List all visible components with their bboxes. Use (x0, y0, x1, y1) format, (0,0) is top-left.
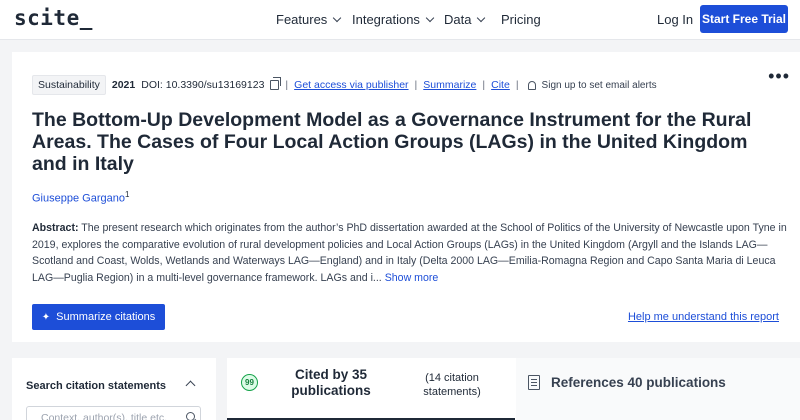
nav-pricing[interactable]: Pricing (501, 12, 541, 27)
help-understand-link[interactable]: Help me understand this report (628, 311, 779, 323)
copy-icon[interactable] (270, 77, 282, 90)
nav-data[interactable]: Data (444, 12, 486, 27)
bell-icon[interactable] (527, 80, 536, 90)
email-alert-link[interactable]: Sign up to set email alerts (542, 80, 657, 91)
paper-title: The Bottom-Up Development Model as a Gov… (32, 109, 752, 175)
search-citations-panel: Search citation statements (12, 358, 216, 420)
tab-cited-by[interactable]: 99 Cited by 35 publications (14 citation… (227, 358, 515, 420)
nav-features[interactable]: Features (276, 12, 342, 27)
author-affiliation-number: 1 (124, 190, 130, 199)
references-label: References 40 publications (551, 375, 726, 390)
summarize-citations-button[interactable]: ✦ Summarize citations (32, 304, 165, 330)
doi-text: DOI: 10.3390/su13169123 (141, 79, 265, 91)
citation-tabs: 99 Cited by 35 publications (14 citation… (227, 358, 800, 420)
nav-integrations-label: Integrations (352, 12, 420, 27)
author-name[interactable]: Giuseppe Gargano (32, 193, 125, 205)
abstract-label: Abstract: (32, 222, 79, 234)
nav-features-label: Features (276, 12, 328, 27)
scite-logo[interactable]: scite_ (14, 6, 93, 30)
citation-statements-count: (14 citation statements) (423, 372, 481, 398)
chevron-down-icon (333, 13, 342, 22)
start-free-trial-button[interactable]: Start Free Trial (700, 5, 788, 33)
nav-integrations[interactable]: Integrations (352, 12, 435, 27)
sparkle-icon: ✦ (41, 311, 51, 323)
chevron-down-icon (425, 13, 435, 22)
separator: | (515, 79, 519, 91)
author: Giuseppe Gargano1 (32, 190, 129, 205)
chevron-down-icon (477, 13, 486, 22)
separator: | (482, 79, 486, 91)
publication-year: 2021 (111, 79, 136, 91)
search-citations-title: Search citation statements (26, 380, 166, 392)
get-access-link[interactable]: Get access via publisher (294, 79, 408, 91)
separator: | (414, 79, 418, 91)
summarize-citations-label: Summarize citations (56, 311, 156, 323)
nav-pricing-label: Pricing (501, 12, 541, 27)
quote-icon: 99 (241, 374, 258, 391)
summarize-link[interactable]: Summarize (423, 79, 476, 91)
tab-references[interactable]: References 40 publications (516, 358, 800, 420)
document-icon (528, 375, 540, 390)
paper-meta-row: Sustainability 2021 DOI: 10.3390/su13169… (32, 75, 657, 95)
search-icon[interactable] (186, 412, 195, 420)
separator: | (285, 79, 289, 91)
chevron-up-icon[interactable] (185, 380, 196, 391)
category-badge[interactable]: Sustainability (32, 75, 106, 95)
search-input[interactable] (26, 406, 201, 420)
more-icon[interactable]: ••• (768, 66, 790, 87)
top-nav: scite_ Features Integrations Data Pricin… (0, 0, 800, 40)
paper-card: Sustainability 2021 DOI: 10.3390/su13169… (12, 52, 800, 342)
cite-link[interactable]: Cite (491, 79, 510, 91)
show-more-link[interactable]: Show more (385, 272, 439, 284)
login-link[interactable]: Log In (657, 12, 693, 27)
abstract: Abstract: The present research which ori… (32, 220, 787, 286)
nav-data-label: Data (444, 12, 472, 27)
cited-by-label: Cited by 35 publications (291, 367, 371, 398)
